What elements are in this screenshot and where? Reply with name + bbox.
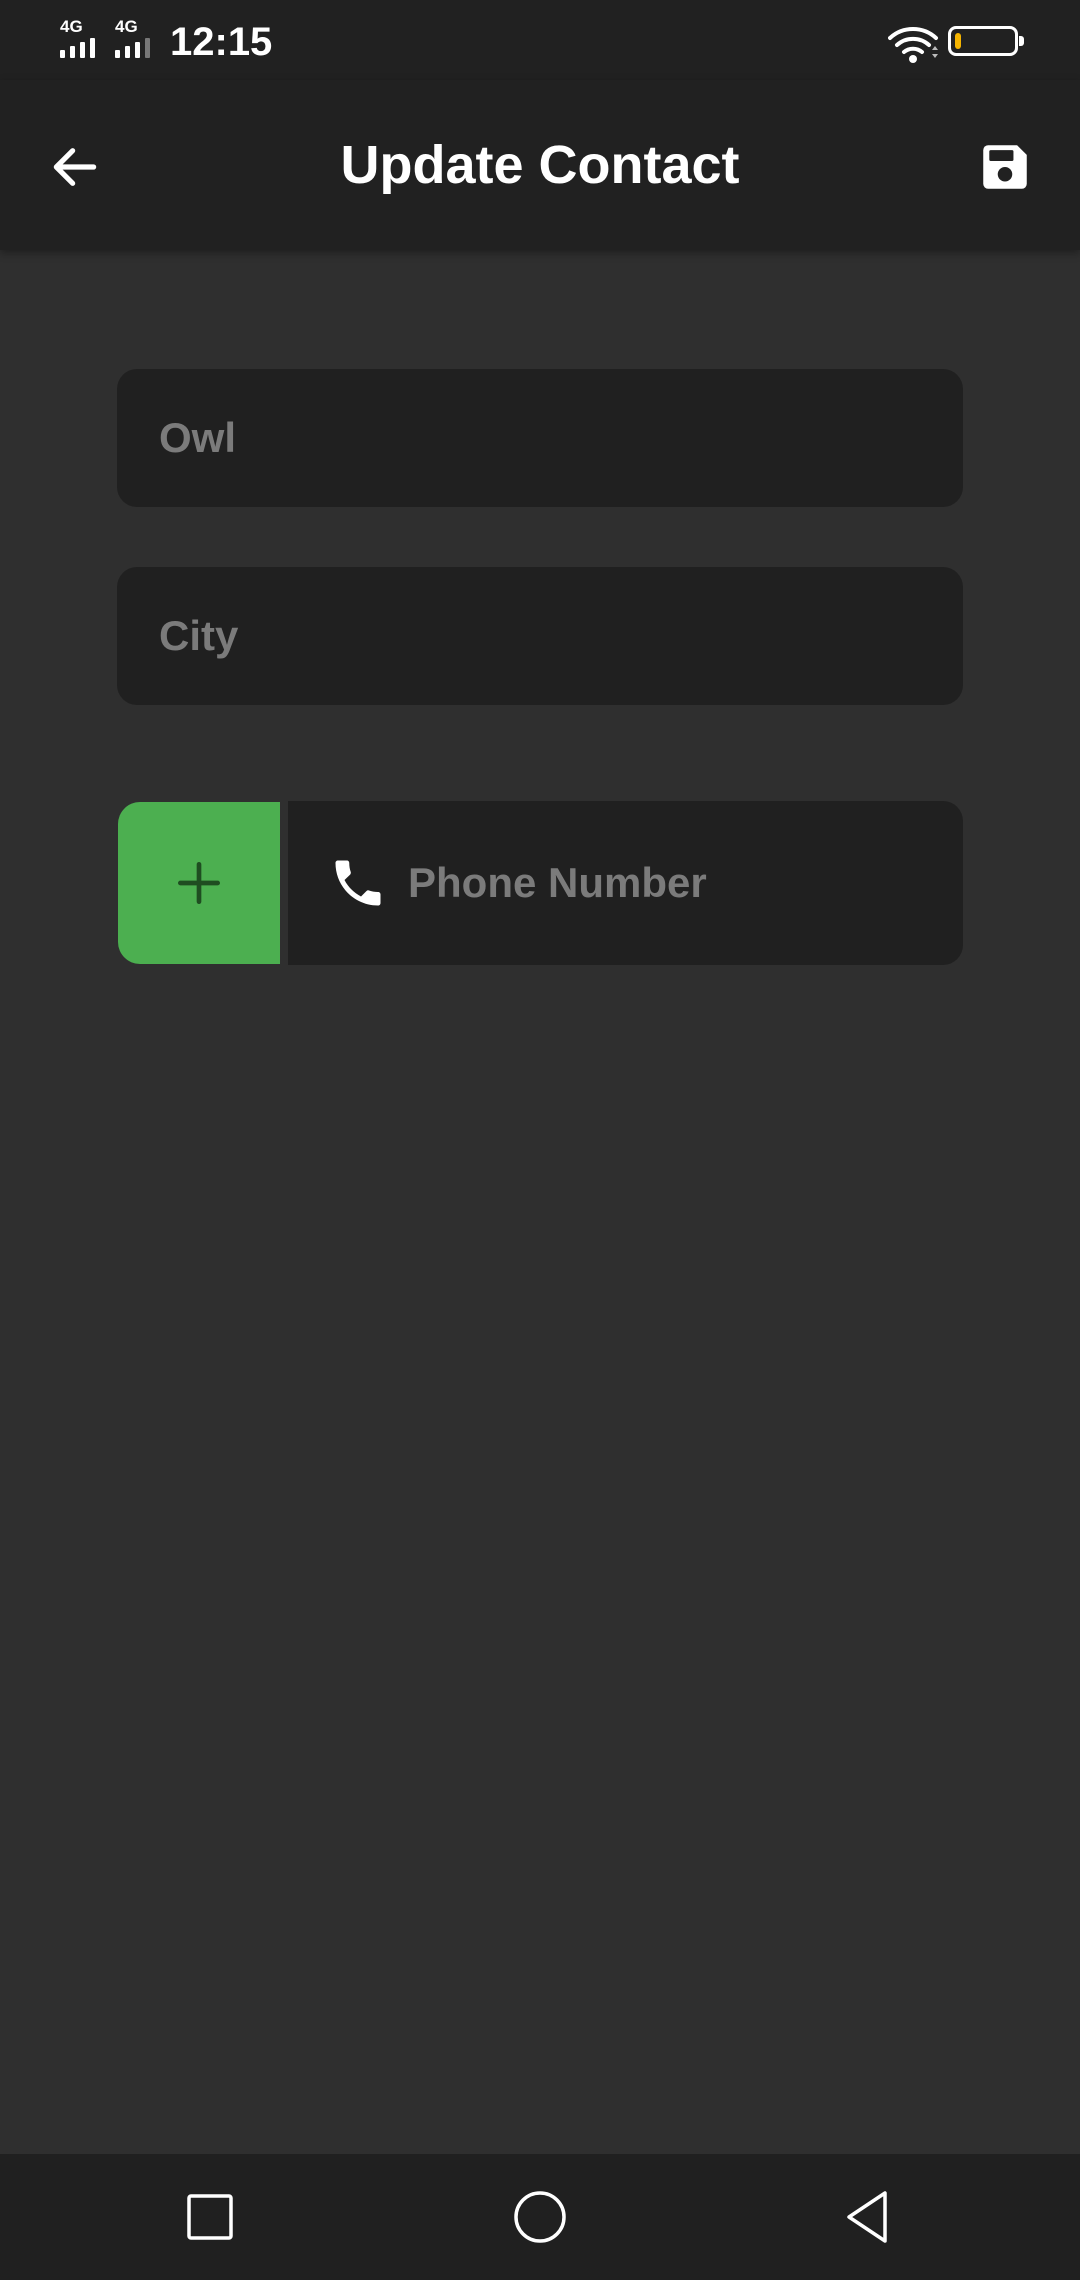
name-field[interactable] bbox=[117, 369, 963, 507]
status-bar: 4G 4G 12:15 bbox=[0, 0, 1080, 80]
back-button[interactable] bbox=[40, 132, 110, 202]
recents-button[interactable] bbox=[165, 2172, 255, 2262]
circle-home-icon bbox=[514, 2191, 566, 2243]
signal-icon bbox=[115, 38, 150, 58]
battery-icon bbox=[948, 26, 1024, 56]
system-navigation-bar bbox=[0, 2154, 1080, 2280]
floppy-disk-icon bbox=[983, 145, 1027, 189]
phone-icon bbox=[335, 860, 381, 906]
save-button[interactable] bbox=[970, 132, 1040, 202]
plus-icon bbox=[178, 862, 221, 904]
city-input[interactable] bbox=[117, 567, 963, 705]
update-contact-screen: 4G 4G 12:15 Update Contact Owl City Phon… bbox=[0, 0, 1080, 2280]
signal-indicator-2: 4G bbox=[115, 18, 165, 58]
triangle-back-icon bbox=[847, 2191, 887, 2243]
page-title: Update Contact bbox=[340, 135, 740, 195]
signal-icon bbox=[60, 38, 95, 58]
add-phone-button[interactable] bbox=[118, 802, 280, 964]
phone-number-input[interactable] bbox=[408, 801, 948, 965]
network-type-label: 4G bbox=[60, 17, 83, 36]
battery-level bbox=[955, 33, 961, 49]
phone-number-row bbox=[117, 801, 963, 965]
network-type-label: 4G bbox=[115, 17, 138, 36]
wifi-icon bbox=[888, 27, 938, 63]
system-back-button[interactable] bbox=[823, 2172, 913, 2262]
arrow-left-icon bbox=[53, 148, 97, 186]
phone-number-field[interactable] bbox=[288, 801, 963, 965]
signal-indicator-1: 4G bbox=[60, 18, 110, 58]
city-field[interactable] bbox=[117, 567, 963, 705]
app-bar: Update Contact bbox=[0, 80, 1080, 250]
square-recents-icon bbox=[187, 2194, 233, 2240]
home-button[interactable] bbox=[495, 2172, 585, 2262]
status-time: 12:15 bbox=[170, 20, 273, 64]
name-input[interactable] bbox=[117, 369, 963, 507]
